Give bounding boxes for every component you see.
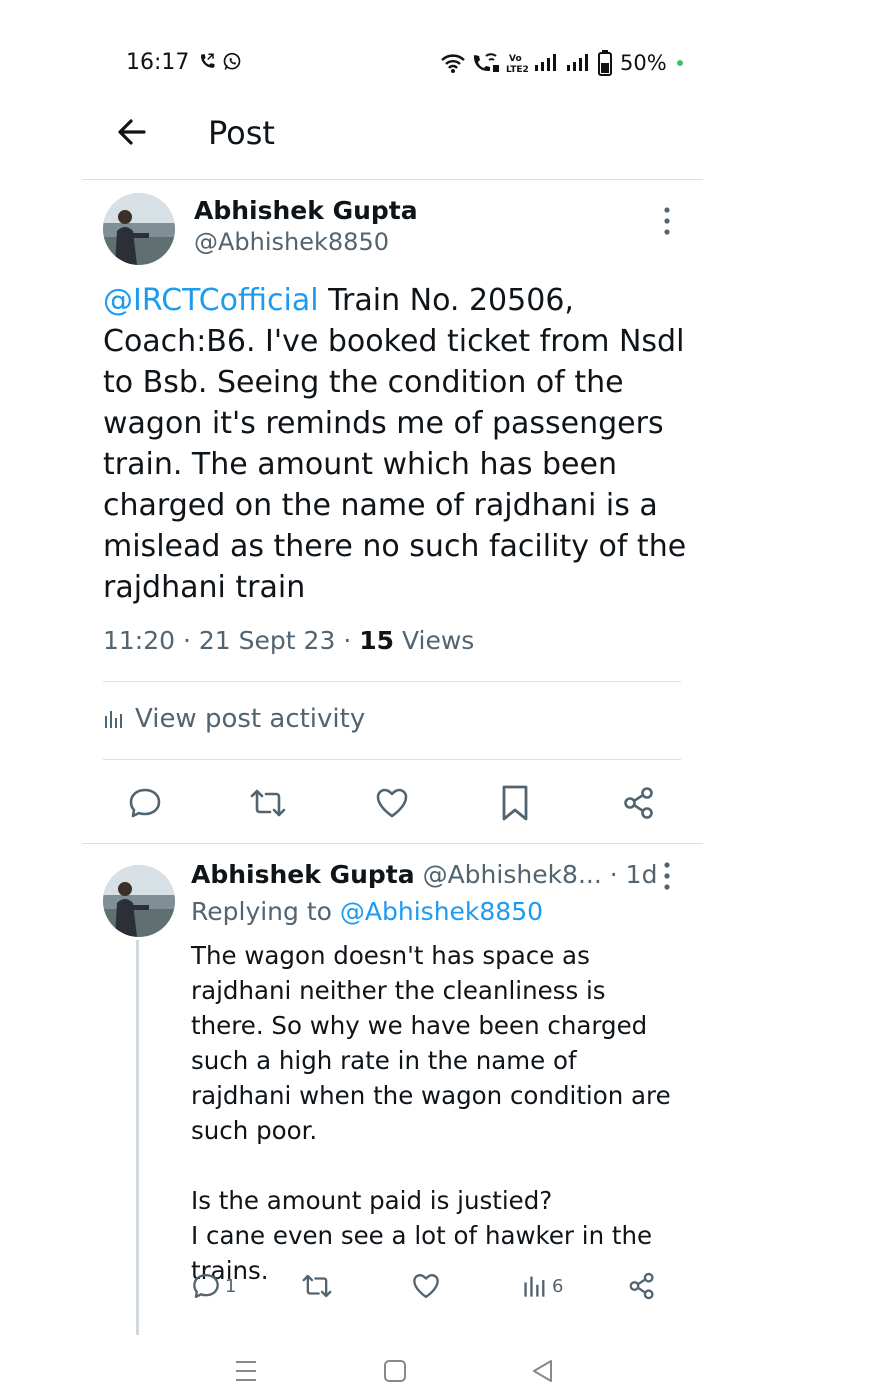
activity-label: View post activity xyxy=(135,704,366,734)
privacy-indicator xyxy=(676,60,683,66)
views-label: Views xyxy=(401,626,475,655)
home-icon[interactable] xyxy=(383,1358,407,1384)
replying-handle-link[interactable]: @Abhishek8850 xyxy=(340,897,543,926)
replying-prefix: Replying to xyxy=(191,897,332,926)
back-nav-icon[interactable] xyxy=(531,1358,555,1384)
divider xyxy=(82,843,703,844)
post-date: 21 Sept 23 xyxy=(198,626,336,655)
signal-icon xyxy=(567,54,588,71)
reply-views-count: 6 xyxy=(552,1275,564,1297)
reply-avatar[interactable] xyxy=(103,865,175,937)
avatar[interactable] xyxy=(103,193,175,265)
wifi-icon xyxy=(441,54,465,73)
reply-text: The wagon doesn't has space as rajdhani … xyxy=(191,941,671,1285)
svg-text:LTE2: LTE2 xyxy=(506,65,528,74)
page-title: Post xyxy=(208,114,275,152)
post-body: Train No. 20506, Coach:B6. I've booked t… xyxy=(103,283,687,605)
author-handle[interactable]: @Abhishek8850 xyxy=(194,228,389,256)
reply-header: Abhishek Gupta @Abhishek8... · 1d xyxy=(191,860,657,889)
share-icon xyxy=(629,1272,654,1300)
volte-icon: VoLTE2 xyxy=(506,54,528,74)
mention-link[interactable]: @IRCTCofficial xyxy=(103,283,319,318)
svg-text:Vo: Vo xyxy=(509,54,522,64)
repost-icon xyxy=(302,1274,332,1298)
call-forward-icon xyxy=(201,53,215,68)
system-nav-bar xyxy=(0,1358,875,1386)
reply-more-options-icon[interactable] xyxy=(655,858,679,894)
post-time: 11:20 xyxy=(103,626,176,655)
reply-action-bar: 1 6 xyxy=(191,1268,671,1304)
analytics-icon xyxy=(105,711,122,728)
share-icon xyxy=(624,787,653,819)
signal-icon xyxy=(535,54,556,71)
divider xyxy=(103,681,681,682)
view-post-activity-button[interactable]: View post activity xyxy=(103,704,365,734)
thread-line xyxy=(136,940,139,1335)
analytics-icon xyxy=(524,1276,545,1297)
reply-share-button[interactable] xyxy=(627,1268,657,1304)
heart-icon xyxy=(376,788,408,818)
divider xyxy=(103,759,681,760)
bookmark-button[interactable] xyxy=(492,780,538,826)
share-button[interactable] xyxy=(616,780,662,826)
reply-age: · 1d xyxy=(609,860,658,889)
whatsapp-icon xyxy=(223,52,241,70)
status-time: 16:17 xyxy=(126,50,190,75)
reply-button[interactable] xyxy=(122,780,168,826)
repost-icon xyxy=(250,789,286,817)
comment-icon xyxy=(193,1274,219,1298)
post-action-bar xyxy=(103,780,683,826)
views-count: 15 xyxy=(359,626,395,655)
post-meta: 11:20 · 21 Sept 23 · 15 Views xyxy=(103,626,475,655)
author-name[interactable]: Abhishek Gupta xyxy=(194,196,418,225)
recent-apps-icon[interactable] xyxy=(234,1358,258,1384)
reply-author-name[interactable]: Abhishek Gupta xyxy=(191,860,415,889)
reply-like-button[interactable] xyxy=(411,1268,441,1304)
reply-count: 1 xyxy=(225,1275,237,1297)
reply-repost-button[interactable] xyxy=(300,1268,334,1304)
top-bar: Post xyxy=(0,100,875,170)
reply-reply-button[interactable]: 1 xyxy=(191,1268,236,1304)
reply-views-button[interactable]: 6 xyxy=(522,1268,563,1304)
divider xyxy=(82,179,703,180)
post-text: @IRCTCofficial Train No. 20506, Coach:B6… xyxy=(103,280,693,608)
battery-icon xyxy=(598,50,612,76)
replying-to: Replying to @Abhishek8850 xyxy=(191,897,543,926)
more-options-icon[interactable] xyxy=(655,203,679,239)
status-bar: 16:17 Vo LTE2 50% xyxy=(0,46,875,82)
bookmark-icon xyxy=(502,785,528,821)
reply-author-handle[interactable]: @Abhishek8... xyxy=(423,860,602,889)
comment-icon xyxy=(129,788,161,818)
battery-level: 50% xyxy=(620,51,667,75)
back-arrow-icon[interactable] xyxy=(112,112,152,152)
like-button[interactable] xyxy=(369,780,415,826)
repost-button[interactable] xyxy=(245,780,291,826)
heart-icon xyxy=(413,1274,439,1298)
wifi-call-icon xyxy=(474,53,499,72)
